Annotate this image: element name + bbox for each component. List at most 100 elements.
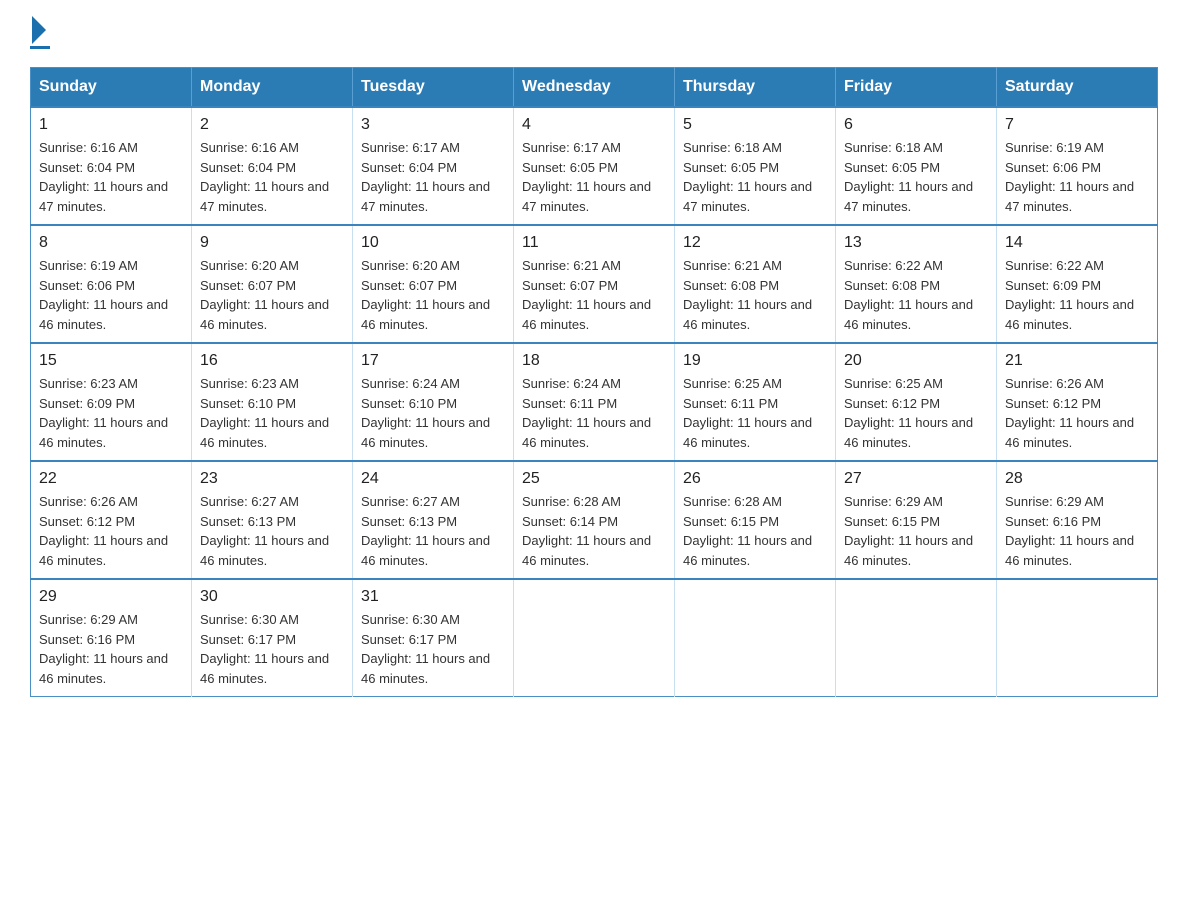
- calendar-cell: 1 Sunrise: 6:16 AM Sunset: 6:04 PM Dayli…: [31, 107, 192, 225]
- day-info: Sunrise: 6:29 AM Sunset: 6:16 PM Dayligh…: [39, 610, 183, 688]
- day-info: Sunrise: 6:19 AM Sunset: 6:06 PM Dayligh…: [39, 256, 183, 334]
- calendar-cell: 16 Sunrise: 6:23 AM Sunset: 6:10 PM Dayl…: [192, 343, 353, 461]
- day-info: Sunrise: 6:24 AM Sunset: 6:11 PM Dayligh…: [522, 374, 666, 452]
- calendar-week-row: 1 Sunrise: 6:16 AM Sunset: 6:04 PM Dayli…: [31, 107, 1158, 225]
- day-number: 7: [1005, 116, 1149, 134]
- calendar-day-header: Thursday: [675, 68, 836, 108]
- day-number: 19: [683, 352, 827, 370]
- calendar-cell: 13 Sunrise: 6:22 AM Sunset: 6:08 PM Dayl…: [836, 225, 997, 343]
- logo-underline: [30, 46, 50, 49]
- day-number: 15: [39, 352, 183, 370]
- calendar-cell: 6 Sunrise: 6:18 AM Sunset: 6:05 PM Dayli…: [836, 107, 997, 225]
- calendar-day-header: Tuesday: [353, 68, 514, 108]
- day-info: Sunrise: 6:17 AM Sunset: 6:04 PM Dayligh…: [361, 138, 505, 216]
- day-number: 29: [39, 588, 183, 606]
- calendar-cell: 5 Sunrise: 6:18 AM Sunset: 6:05 PM Dayli…: [675, 107, 836, 225]
- calendar-cell: 24 Sunrise: 6:27 AM Sunset: 6:13 PM Dayl…: [353, 461, 514, 579]
- calendar-cell: [675, 579, 836, 697]
- day-info: Sunrise: 6:16 AM Sunset: 6:04 PM Dayligh…: [39, 138, 183, 216]
- day-number: 17: [361, 352, 505, 370]
- day-number: 26: [683, 470, 827, 488]
- calendar-cell: 4 Sunrise: 6:17 AM Sunset: 6:05 PM Dayli…: [514, 107, 675, 225]
- calendar-cell: 21 Sunrise: 6:26 AM Sunset: 6:12 PM Dayl…: [997, 343, 1158, 461]
- calendar-cell: 10 Sunrise: 6:20 AM Sunset: 6:07 PM Dayl…: [353, 225, 514, 343]
- day-info: Sunrise: 6:21 AM Sunset: 6:08 PM Dayligh…: [683, 256, 827, 334]
- calendar-cell: 7 Sunrise: 6:19 AM Sunset: 6:06 PM Dayli…: [997, 107, 1158, 225]
- day-info: Sunrise: 6:27 AM Sunset: 6:13 PM Dayligh…: [361, 492, 505, 570]
- day-info: Sunrise: 6:26 AM Sunset: 6:12 PM Dayligh…: [1005, 374, 1149, 452]
- day-number: 9: [200, 234, 344, 252]
- logo-triangle-icon: [32, 16, 46, 44]
- day-info: Sunrise: 6:16 AM Sunset: 6:04 PM Dayligh…: [200, 138, 344, 216]
- page-header: [30, 20, 1158, 49]
- calendar-cell: 23 Sunrise: 6:27 AM Sunset: 6:13 PM Dayl…: [192, 461, 353, 579]
- calendar-week-row: 15 Sunrise: 6:23 AM Sunset: 6:09 PM Dayl…: [31, 343, 1158, 461]
- calendar-cell: 17 Sunrise: 6:24 AM Sunset: 6:10 PM Dayl…: [353, 343, 514, 461]
- calendar-cell: 26 Sunrise: 6:28 AM Sunset: 6:15 PM Dayl…: [675, 461, 836, 579]
- logo: [30, 20, 50, 49]
- day-number: 27: [844, 470, 988, 488]
- day-number: 18: [522, 352, 666, 370]
- day-info: Sunrise: 6:18 AM Sunset: 6:05 PM Dayligh…: [683, 138, 827, 216]
- day-info: Sunrise: 6:21 AM Sunset: 6:07 PM Dayligh…: [522, 256, 666, 334]
- day-number: 4: [522, 116, 666, 134]
- calendar-cell: 2 Sunrise: 6:16 AM Sunset: 6:04 PM Dayli…: [192, 107, 353, 225]
- calendar-header-row: SundayMondayTuesdayWednesdayThursdayFrid…: [31, 68, 1158, 108]
- day-number: 1: [39, 116, 183, 134]
- day-number: 2: [200, 116, 344, 134]
- day-info: Sunrise: 6:27 AM Sunset: 6:13 PM Dayligh…: [200, 492, 344, 570]
- day-info: Sunrise: 6:22 AM Sunset: 6:08 PM Dayligh…: [844, 256, 988, 334]
- calendar-cell: 18 Sunrise: 6:24 AM Sunset: 6:11 PM Dayl…: [514, 343, 675, 461]
- calendar-cell: 22 Sunrise: 6:26 AM Sunset: 6:12 PM Dayl…: [31, 461, 192, 579]
- day-info: Sunrise: 6:25 AM Sunset: 6:11 PM Dayligh…: [683, 374, 827, 452]
- calendar-cell: 19 Sunrise: 6:25 AM Sunset: 6:11 PM Dayl…: [675, 343, 836, 461]
- calendar-cell: 9 Sunrise: 6:20 AM Sunset: 6:07 PM Dayli…: [192, 225, 353, 343]
- day-number: 22: [39, 470, 183, 488]
- calendar-day-header: Saturday: [997, 68, 1158, 108]
- day-info: Sunrise: 6:29 AM Sunset: 6:15 PM Dayligh…: [844, 492, 988, 570]
- day-info: Sunrise: 6:17 AM Sunset: 6:05 PM Dayligh…: [522, 138, 666, 216]
- day-number: 20: [844, 352, 988, 370]
- calendar-table: SundayMondayTuesdayWednesdayThursdayFrid…: [30, 67, 1158, 697]
- day-number: 6: [844, 116, 988, 134]
- day-info: Sunrise: 6:29 AM Sunset: 6:16 PM Dayligh…: [1005, 492, 1149, 570]
- day-number: 5: [683, 116, 827, 134]
- day-number: 25: [522, 470, 666, 488]
- calendar-cell: [997, 579, 1158, 697]
- day-number: 21: [1005, 352, 1149, 370]
- calendar-cell: 20 Sunrise: 6:25 AM Sunset: 6:12 PM Dayl…: [836, 343, 997, 461]
- calendar-week-row: 8 Sunrise: 6:19 AM Sunset: 6:06 PM Dayli…: [31, 225, 1158, 343]
- calendar-cell: 27 Sunrise: 6:29 AM Sunset: 6:15 PM Dayl…: [836, 461, 997, 579]
- day-info: Sunrise: 6:28 AM Sunset: 6:15 PM Dayligh…: [683, 492, 827, 570]
- calendar-day-header: Wednesday: [514, 68, 675, 108]
- day-info: Sunrise: 6:20 AM Sunset: 6:07 PM Dayligh…: [200, 256, 344, 334]
- calendar-cell: [836, 579, 997, 697]
- day-number: 31: [361, 588, 505, 606]
- day-number: 8: [39, 234, 183, 252]
- calendar-week-row: 29 Sunrise: 6:29 AM Sunset: 6:16 PM Dayl…: [31, 579, 1158, 697]
- calendar-cell: 29 Sunrise: 6:29 AM Sunset: 6:16 PM Dayl…: [31, 579, 192, 697]
- calendar-cell: 15 Sunrise: 6:23 AM Sunset: 6:09 PM Dayl…: [31, 343, 192, 461]
- calendar-cell: 3 Sunrise: 6:17 AM Sunset: 6:04 PM Dayli…: [353, 107, 514, 225]
- calendar-day-header: Monday: [192, 68, 353, 108]
- day-number: 30: [200, 588, 344, 606]
- day-number: 10: [361, 234, 505, 252]
- day-info: Sunrise: 6:30 AM Sunset: 6:17 PM Dayligh…: [200, 610, 344, 688]
- day-info: Sunrise: 6:20 AM Sunset: 6:07 PM Dayligh…: [361, 256, 505, 334]
- calendar-cell: 11 Sunrise: 6:21 AM Sunset: 6:07 PM Dayl…: [514, 225, 675, 343]
- calendar-cell: 28 Sunrise: 6:29 AM Sunset: 6:16 PM Dayl…: [997, 461, 1158, 579]
- day-number: 11: [522, 234, 666, 252]
- day-number: 14: [1005, 234, 1149, 252]
- day-number: 13: [844, 234, 988, 252]
- calendar-cell: 12 Sunrise: 6:21 AM Sunset: 6:08 PM Dayl…: [675, 225, 836, 343]
- calendar-day-header: Friday: [836, 68, 997, 108]
- day-info: Sunrise: 6:25 AM Sunset: 6:12 PM Dayligh…: [844, 374, 988, 452]
- day-number: 28: [1005, 470, 1149, 488]
- calendar-week-row: 22 Sunrise: 6:26 AM Sunset: 6:12 PM Dayl…: [31, 461, 1158, 579]
- calendar-day-header: Sunday: [31, 68, 192, 108]
- calendar-cell: 25 Sunrise: 6:28 AM Sunset: 6:14 PM Dayl…: [514, 461, 675, 579]
- day-info: Sunrise: 6:18 AM Sunset: 6:05 PM Dayligh…: [844, 138, 988, 216]
- calendar-cell: 30 Sunrise: 6:30 AM Sunset: 6:17 PM Dayl…: [192, 579, 353, 697]
- day-info: Sunrise: 6:23 AM Sunset: 6:10 PM Dayligh…: [200, 374, 344, 452]
- day-number: 12: [683, 234, 827, 252]
